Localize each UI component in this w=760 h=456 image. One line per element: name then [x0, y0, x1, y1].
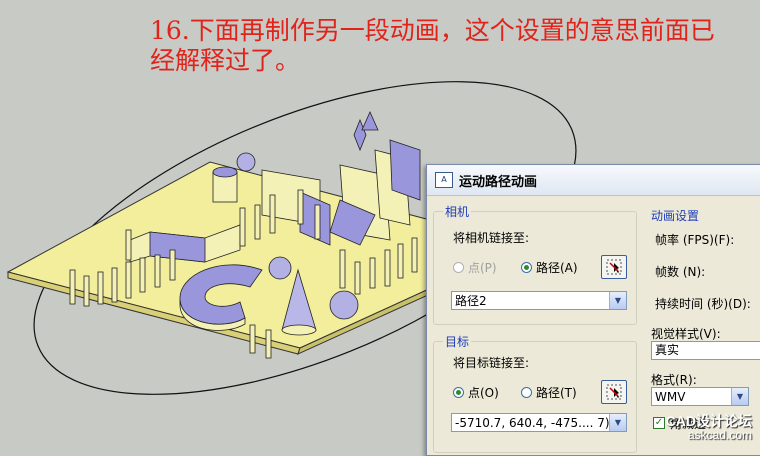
visual-style-select[interactable]: 真实: [651, 341, 760, 360]
chevron-down-icon[interactable]: ▼: [609, 292, 626, 309]
caption-line-2: 经解释过了。: [150, 46, 301, 75]
frames-label: 帧数 (N):: [655, 265, 706, 279]
camera-path-select[interactable]: 路径2 ▼: [451, 291, 627, 310]
target-point-value: -5710.7, 640.4, -475.... 7): [455, 415, 609, 430]
camera-path-label: 路径(A): [536, 261, 578, 275]
radio-indicator: [521, 262, 532, 273]
target-point-label: 点(O): [468, 386, 499, 400]
camera-select-path-button[interactable]: [601, 255, 627, 279]
watermark-line-2: askcad.com: [687, 428, 752, 442]
visual-style-label: 视觉样式(V):: [651, 327, 721, 341]
fps-label: 帧率 (FPS)(F):: [655, 233, 735, 247]
target-point-select[interactable]: -5710.7, 640.4, -475.... 7) ▼: [451, 413, 627, 432]
target-select-point-button[interactable]: [601, 380, 627, 404]
format-label: 格式(R):: [651, 373, 697, 387]
target-point-radio[interactable]: 点(O): [453, 384, 499, 401]
app-icon: A: [435, 172, 453, 188]
camera-group-label: 相机: [443, 203, 472, 220]
target-path-label: 路径(T): [536, 386, 577, 400]
visual-style-value: 真实: [655, 343, 680, 357]
dialog-titlebar[interactable]: A 运动路径动画: [427, 165, 760, 196]
pick-cursor-icon: [606, 259, 622, 275]
tutorial-caption: 16.下面再制作另一段动画，这个设置的意思前面已 经解释过了。: [150, 16, 760, 76]
watermark: CAD设计论坛 askcad.com: [666, 414, 752, 442]
target-link-label: 将目标链接至:: [453, 356, 530, 370]
watermark-line-1: CAD设计论坛: [665, 413, 752, 429]
pick-cursor-icon: [606, 384, 622, 400]
duration-label: 持续时间 (秒)(D):: [655, 297, 751, 311]
radio-indicator: [521, 387, 532, 398]
camera-path-value: 路径2: [455, 294, 487, 308]
camera-point-label: 点(P): [468, 261, 497, 275]
camera-link-label: 将相机链接至:: [453, 231, 530, 245]
dialog-title: 运动路径动画: [459, 174, 538, 190]
format-value: WMV: [655, 389, 686, 404]
chevron-down-icon[interactable]: ▼: [609, 414, 626, 431]
chevron-down-icon[interactable]: ▼: [731, 388, 748, 405]
radio-indicator: [453, 387, 464, 398]
camera-path-radio[interactable]: 路径(A): [521, 259, 578, 276]
caption-line-1: 16.下面再制作另一段动画，这个设置的意思前面已: [150, 16, 715, 45]
animation-settings-label: 动画设置: [651, 209, 700, 223]
radio-indicator: [453, 262, 464, 273]
format-select[interactable]: WMV ▼: [651, 387, 749, 406]
camera-point-radio[interactable]: 点(P): [453, 259, 497, 276]
target-group-label: 目标: [443, 333, 472, 350]
corner-deceleration-checkbox[interactable]: ✓: [653, 417, 665, 429]
target-path-radio[interactable]: 路径(T): [521, 384, 577, 401]
